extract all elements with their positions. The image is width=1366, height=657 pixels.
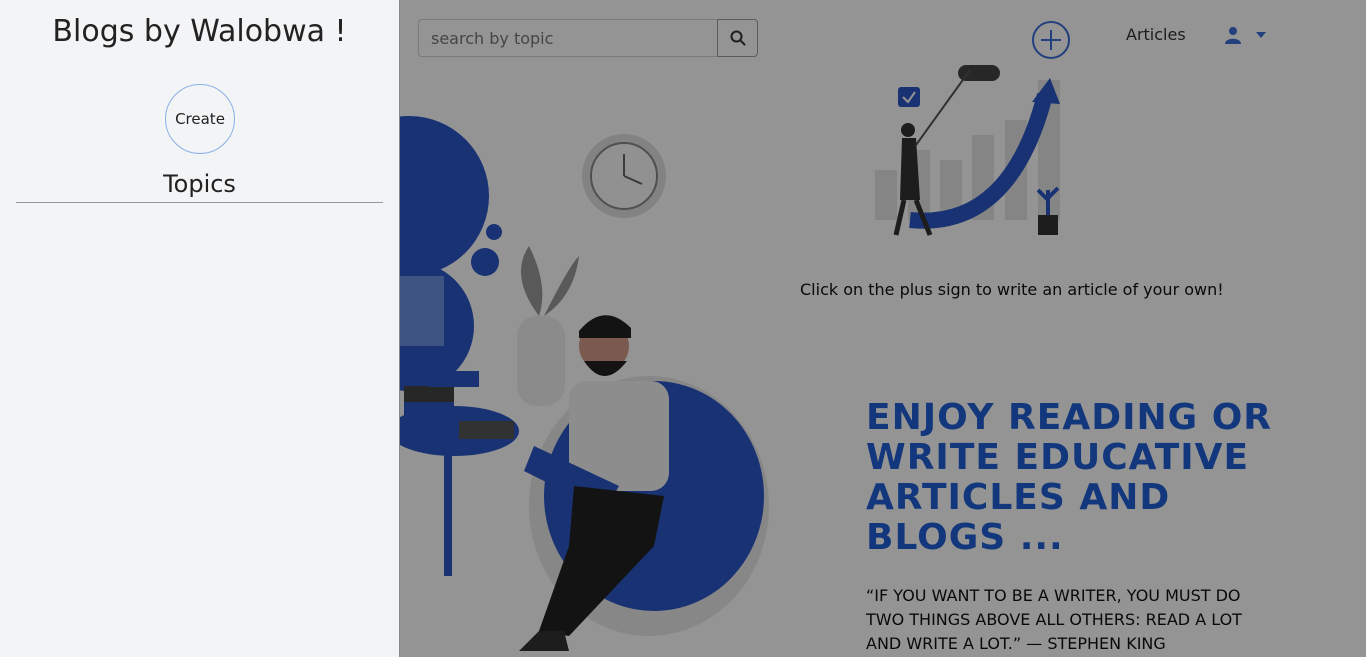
- drawer-backdrop[interactable]: [399, 0, 1366, 657]
- create-button[interactable]: Create: [165, 84, 235, 154]
- topics-heading: Topics: [163, 170, 236, 198]
- site-title: Blogs by Walobwa !: [52, 14, 347, 49]
- sidebar-drawer: Blogs by Walobwa ! Create Topics: [0, 0, 400, 657]
- topics-divider: [16, 202, 383, 203]
